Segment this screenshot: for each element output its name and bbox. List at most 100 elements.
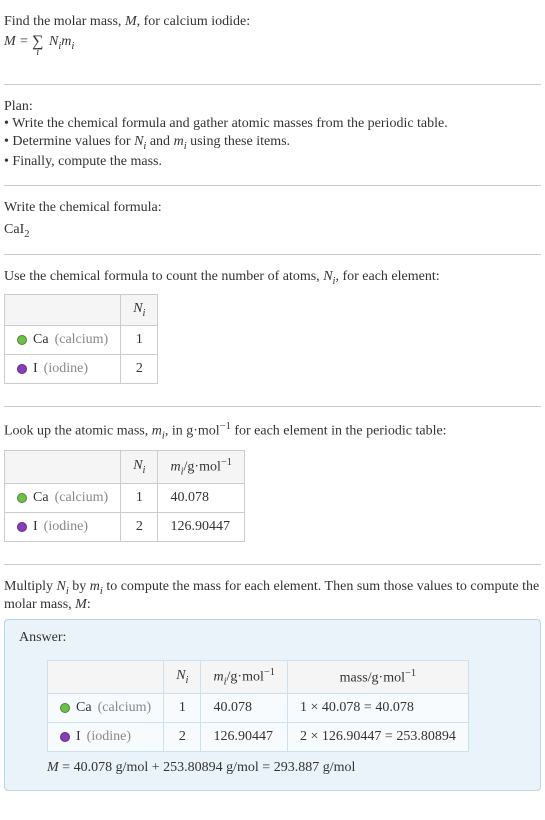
col-mass: mass/g·mol−1 — [288, 660, 469, 693]
element-symbol: I — [33, 519, 38, 535]
m: m — [61, 34, 71, 49]
text: for each element in the periodic table: — [231, 424, 447, 439]
table-header-row: Ni — [5, 295, 158, 326]
text: Multiply — [4, 579, 57, 594]
step-header: Use the chemical formula to count the nu… — [4, 269, 541, 287]
N: N — [133, 301, 142, 316]
col-ni: Ni — [121, 450, 158, 483]
element-dot-icon — [60, 732, 70, 742]
cell-ni: 1 — [121, 484, 158, 513]
N: N — [49, 34, 58, 49]
m: m — [170, 459, 180, 474]
plan-item-2: • Determine values for Ni and mi using t… — [4, 133, 541, 153]
answer-label: Answer: — [19, 630, 526, 646]
cell-mi: 126.90447 — [158, 513, 245, 542]
element-symbol: I — [76, 729, 81, 745]
text: using these items. — [187, 134, 290, 149]
N: N — [176, 668, 185, 683]
cell-mass: 1 × 40.078 = 40.078 — [288, 694, 469, 723]
element-name: (calcium) — [55, 332, 109, 348]
answer-table: Ni mi/g·mol−1 mass/g·mol−1 Ca (calcium) … — [47, 660, 469, 752]
divider — [4, 564, 541, 565]
m: m — [90, 579, 100, 594]
element-label-i: I (iodine) — [17, 361, 108, 377]
molar-mass-equation: M = ∑i Nimi — [4, 30, 541, 70]
cell-element: I (iodine) — [5, 355, 121, 384]
text: mass/g·mol — [340, 671, 405, 686]
unit: /g·mol — [184, 459, 221, 474]
table-row: I (iodine) 2 126.90447 2 × 126.90447 = 2… — [48, 723, 469, 752]
text: Look up the atomic mass, — [4, 424, 152, 439]
var-m-upper: M — [125, 14, 137, 29]
element-symbol: Ca — [33, 490, 49, 506]
i: i — [143, 308, 146, 319]
cell-ni: 1 — [164, 694, 201, 723]
element-label-i: I (iodine) — [17, 519, 108, 535]
m: m — [174, 134, 184, 149]
element-label-i: I (iodine) — [60, 729, 151, 745]
text: by — [69, 579, 90, 594]
step-header: Multiply Ni by mi to compute the mass fo… — [4, 579, 541, 613]
table-header-row: Ni mi/g·mol−1 mass/g·mol−1 — [48, 660, 469, 693]
element-label-ca: Ca (calcium) — [17, 490, 108, 506]
table-row: Ca (calcium) 1 40.078 — [5, 484, 245, 513]
text: Use the chemical formula to count the nu… — [4, 269, 323, 284]
table-row: Ca (calcium) 1 — [5, 326, 158, 355]
cell-element: I (iodine) — [5, 513, 121, 542]
plan-item-3: • Finally, compute the mass. — [4, 153, 541, 171]
divider — [4, 406, 541, 407]
cell-ni: 2 — [164, 723, 201, 752]
element-dot-icon — [17, 364, 27, 374]
element-name: (iodine) — [44, 361, 88, 377]
table-row: I (iodine) 2 126.90447 — [5, 513, 245, 542]
cell-ni: 1 — [121, 326, 158, 355]
exp: −1 — [405, 668, 416, 679]
N: N — [323, 269, 332, 284]
cell-mass: 2 × 126.90447 = 253.80894 — [288, 723, 469, 752]
plan-list: • Write the chemical formula and gather … — [4, 115, 541, 171]
element-dot-icon — [17, 493, 27, 503]
cell-mi: 40.078 — [201, 694, 288, 723]
M: M — [47, 760, 59, 775]
element-name: (iodine) — [87, 729, 131, 745]
text: = 40.078 g/mol + 253.80894 g/mol = 293.8… — [59, 760, 356, 775]
table-row: I (iodine) 2 — [5, 355, 158, 384]
element-name: (iodine) — [44, 519, 88, 535]
col-element — [48, 660, 164, 693]
cell-mi: 40.078 — [158, 484, 245, 513]
final-result: M = 40.078 g/mol + 253.80894 g/mol = 293… — [47, 760, 526, 776]
divider — [4, 84, 541, 85]
step-chemical-formula: Write the chemical formula: CaI2 — [4, 194, 541, 246]
element-symbol: Ca — [33, 332, 49, 348]
step-header: Look up the atomic mass, mi, in g·mol−1 … — [4, 421, 541, 441]
step-atomic-mass: Look up the atomic mass, mi, in g·mol−1 … — [4, 415, 541, 556]
divider — [4, 254, 541, 255]
col-element — [5, 295, 121, 326]
col-ni: Ni — [164, 660, 201, 693]
text: , in g·mol — [165, 424, 220, 439]
eq-equals: = — [16, 34, 32, 49]
exp: −1 — [221, 457, 232, 468]
text: , for each element: — [335, 269, 439, 284]
chemical-formula: CaI2 — [4, 222, 541, 240]
text: Find the molar mass, — [4, 14, 125, 29]
text: : — [87, 597, 91, 612]
eq-rhs: Nimi — [49, 34, 74, 49]
cell-element: I (iodine) — [48, 723, 164, 752]
element-symbol: Ca — [76, 700, 92, 716]
problem-line: Find the molar mass, M, for calcium iodi… — [4, 14, 541, 30]
plan-header: Plan: — [4, 99, 541, 115]
cell-element: Ca (calcium) — [5, 484, 121, 513]
col-mi: mi/g·mol−1 — [158, 450, 245, 483]
element-dot-icon — [60, 703, 70, 713]
plan-item-1: • Write the chemical formula and gather … — [4, 115, 541, 133]
element-name: (calcium) — [55, 490, 109, 506]
N: N — [57, 579, 66, 594]
cell-element: Ca (calcium) — [5, 326, 121, 355]
N: N — [133, 458, 142, 473]
cell-element: Ca (calcium) — [48, 694, 164, 723]
exp: −1 — [264, 667, 275, 678]
answer-content: Ni mi/g·mol−1 mass/g·mol−1 Ca (calcium) … — [19, 646, 526, 776]
table-row: Ca (calcium) 1 40.078 1 × 40.078 = 40.07… — [48, 694, 469, 723]
atomic-mass-table: Ni mi/g·mol−1 Ca (calcium) 1 40.078 I (i… — [4, 450, 245, 542]
